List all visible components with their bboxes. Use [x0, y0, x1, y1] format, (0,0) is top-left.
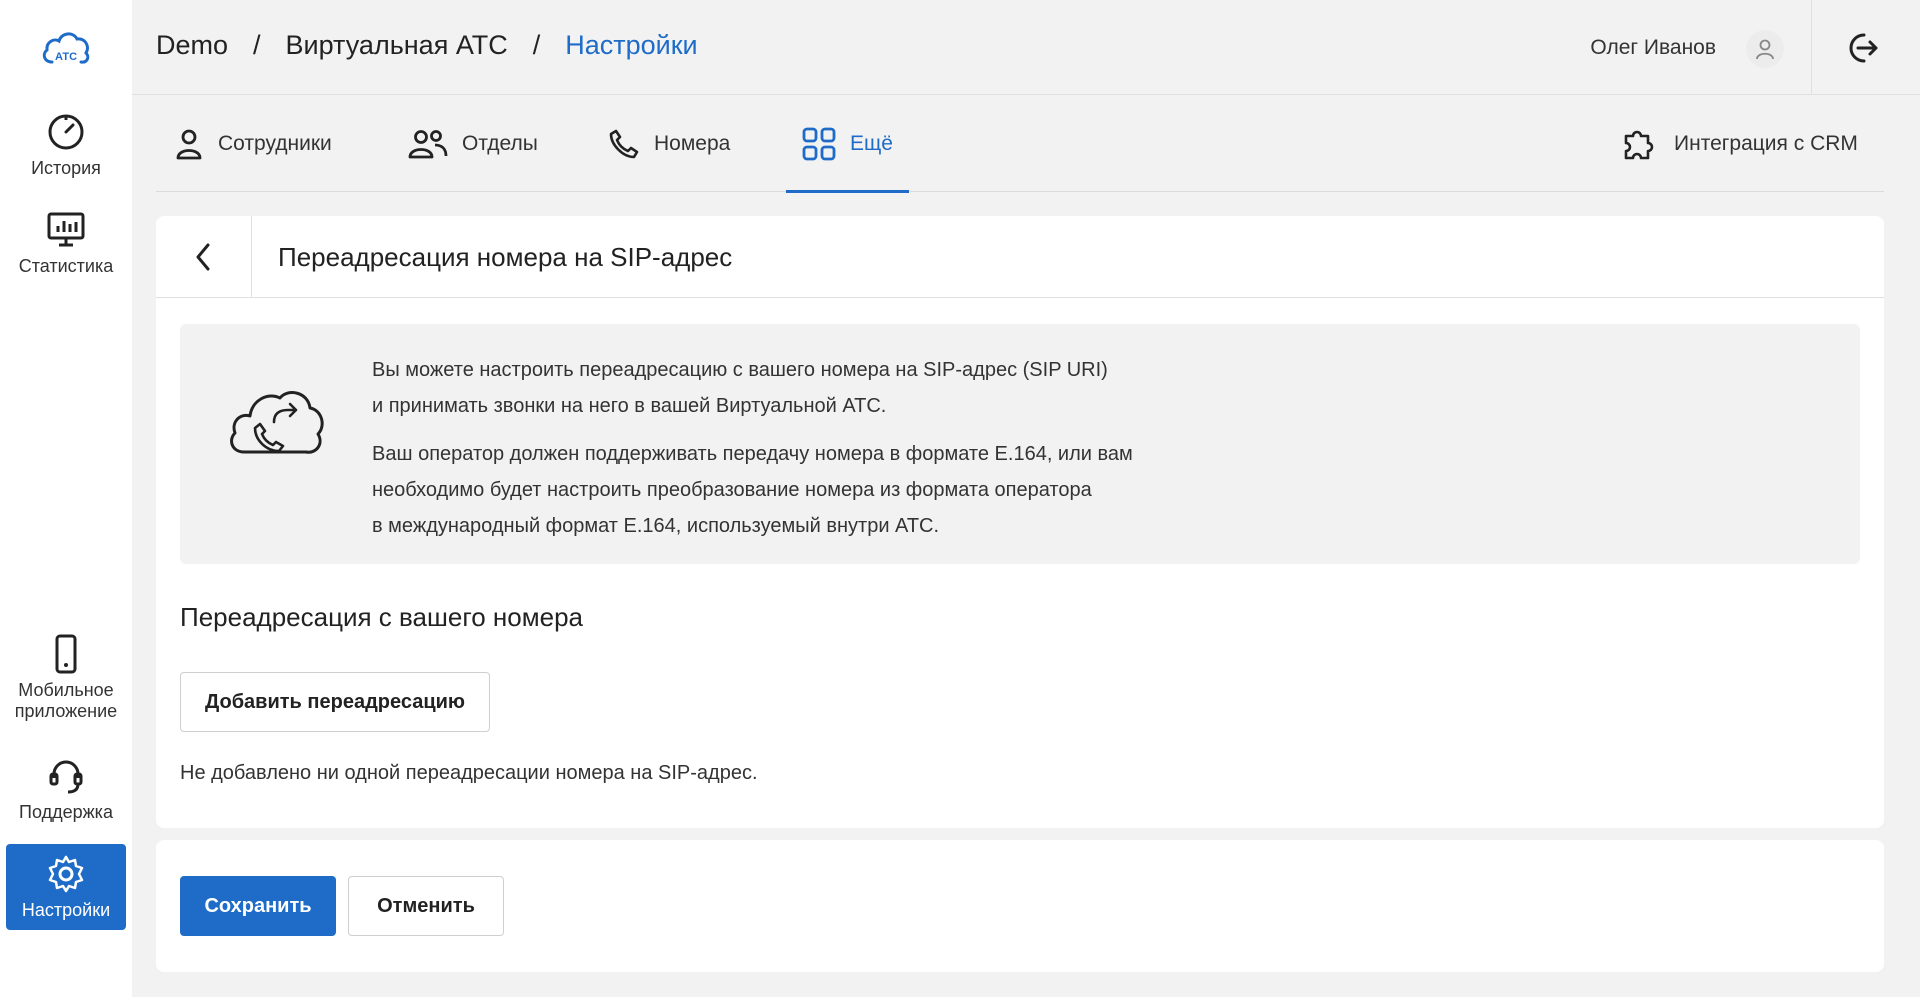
chevron-left-icon	[196, 243, 209, 271]
breadcrumb-item-virtual-pbx[interactable]: Виртуальная АТС	[286, 30, 508, 61]
clock-icon	[48, 114, 84, 150]
tab-label: Интеграция с CRM	[1674, 132, 1858, 155]
info-box: Вы можете настроить переадресацию с ваше…	[180, 324, 1860, 564]
user-name[interactable]: Олег Иванов	[1590, 36, 1716, 60]
users-icon	[408, 130, 448, 159]
sidebar-item-mobile-app[interactable]: Мобильное приложение	[6, 634, 126, 730]
sidebar-item-support[interactable]: Поддержка	[6, 756, 126, 832]
sidebar-item-label: Статистика	[18, 256, 114, 276]
main-card: Переадресация номера на SIP-адрес Вы мож…	[156, 216, 1884, 828]
sidebar-item-label: История	[31, 158, 101, 178]
avatar[interactable]	[1746, 30, 1784, 68]
puzzle-icon	[1624, 130, 1654, 160]
sidebar-item-label: Мобильное приложение	[14, 680, 118, 721]
cloud-logo-icon: АТС	[42, 32, 90, 64]
breadcrumb-item-demo[interactable]: Demo	[156, 30, 228, 61]
tab-departments[interactable]: Отделы	[406, 96, 538, 192]
logout-button[interactable]	[1844, 30, 1880, 66]
header-divider	[1811, 0, 1812, 95]
chart-monitor-icon	[47, 212, 85, 247]
headset-icon	[49, 760, 83, 794]
sidebar-item-history[interactable]: История	[6, 112, 126, 188]
breadcrumb-item-settings: Настройки	[565, 30, 698, 60]
sidebar-item-label: Поддержка	[19, 802, 113, 822]
info-line: и принимать звонки на него в вашей Вирту…	[372, 395, 887, 417]
tab-label: Сотрудники	[218, 132, 332, 155]
breadcrumb: Demo / Виртуальная АТС / Настройки	[156, 30, 698, 61]
gear-icon	[48, 855, 84, 893]
sidebar-item-label: Настройки	[21, 900, 111, 920]
tab-more[interactable]: Ещё	[786, 96, 909, 193]
sidebar: АТС История Статистика Мобильное приложе…	[0, 0, 132, 997]
phone-device-icon	[55, 634, 77, 674]
info-line: Вы можете настроить переадресацию с ваше…	[372, 359, 1108, 381]
back-button[interactable]	[156, 216, 252, 298]
page-title: Переадресация номера на SIP-адрес	[278, 242, 733, 272]
cancel-button[interactable]: Отменить	[348, 876, 504, 936]
tab-label: Ещё	[850, 132, 893, 155]
save-button[interactable]: Сохранить	[180, 876, 336, 936]
tab-numbers[interactable]: Номера	[608, 96, 730, 192]
top-bar: Demo / Виртуальная АТС / Настройки Олег …	[132, 0, 1920, 95]
settings-tabs: Сотрудники Отделы Номера Ещё Интеграция …	[156, 96, 1884, 193]
user-avatar-icon	[1756, 39, 1774, 60]
section-title: Переадресация с вашего номера	[180, 602, 583, 632]
breadcrumb-separator: /	[253, 30, 261, 60]
tab-employees[interactable]: Сотрудники	[174, 96, 332, 192]
tab-label: Отделы	[462, 132, 538, 155]
cloud-call-forward-icon	[230, 391, 324, 454]
sidebar-item-settings[interactable]: Настройки	[6, 844, 126, 930]
tab-label: Номера	[654, 132, 731, 155]
sidebar-item-statistics[interactable]: Статистика	[6, 210, 126, 286]
info-line: Ваш оператор должен поддерживать передач…	[372, 443, 1133, 465]
add-forwarding-button[interactable]: Добавить переадресацию	[180, 672, 490, 732]
info-line: в международный формат E.164, используем…	[372, 515, 940, 537]
grid-icon	[802, 127, 836, 161]
breadcrumb-separator: /	[532, 30, 541, 60]
action-bar: Сохранить Отменить	[156, 840, 1884, 972]
card-header: Переадресация номера на SIP-адрес	[156, 216, 1884, 298]
info-text: Вы можете настроить переадресацию с ваше…	[372, 352, 1133, 544]
phone-icon	[609, 129, 639, 159]
logo-text: АТС	[55, 51, 77, 63]
empty-state-message: Не добавлено ни одной переадресации номе…	[180, 762, 758, 784]
info-line: необходимо будет настроить преобразовани…	[372, 479, 1092, 501]
tab-crm-integration[interactable]: Интеграция с CRM	[1620, 96, 1858, 192]
user-icon	[176, 129, 202, 160]
logout-icon	[1849, 33, 1878, 63]
logo[interactable]: АТС	[40, 26, 92, 70]
